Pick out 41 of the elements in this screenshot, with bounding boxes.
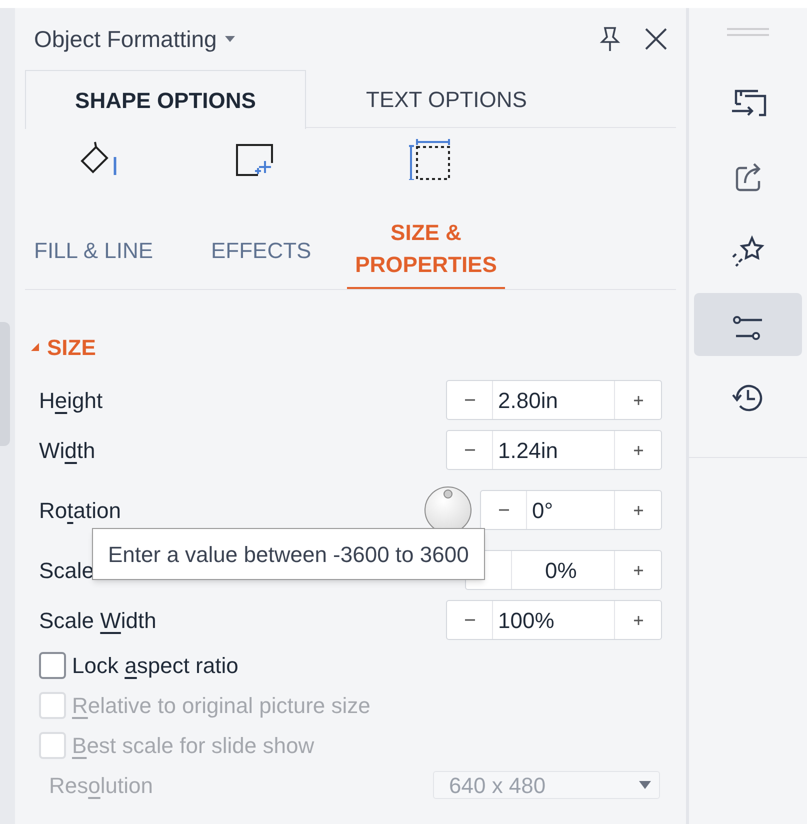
close-icon[interactable] <box>644 27 668 51</box>
checkbox-label: Best scale for slide show <box>72 732 314 760</box>
number-spinner[interactable]: 100% <box>446 600 662 640</box>
field-label: Scale Width <box>39 606 156 634</box>
tab[interactable]: TEXT OPTIONS <box>306 70 587 129</box>
minus-icon <box>464 619 474 621</box>
value-field[interactable]: 100% <box>493 601 614 639</box>
number-spinner[interactable]: 2.80in <box>446 380 662 420</box>
panel-title-dropdown[interactable]: Object Formatting <box>34 22 235 56</box>
resolution-label: Resolution <box>49 772 153 800</box>
number-spinner[interactable]: 1.24in <box>446 430 662 470</box>
field-label: Width <box>39 436 96 464</box>
checkbox-label: Relative to original picture size <box>72 692 370 720</box>
checkbox[interactable] <box>39 652 66 678</box>
subtab[interactable]: EFFECTS <box>202 235 347 289</box>
caret-icon <box>224 36 235 42</box>
tooltip: Enter a value between -3600 to 3600 <box>92 528 485 580</box>
field-label: Rotation <box>39 496 121 524</box>
drag-handle-icon[interactable] <box>727 28 769 36</box>
plus-icon <box>634 616 642 624</box>
value-field[interactable]: 0° <box>527 491 614 529</box>
caret-icon <box>639 781 651 789</box>
sidebar-button[interactable] <box>694 293 802 356</box>
tab[interactable]: SHAPE OPTIONS <box>25 70 306 129</box>
checkbox-label: Lock aspect ratio <box>72 652 238 680</box>
plus-icon <box>634 566 642 574</box>
plus-icon <box>634 446 642 454</box>
minus-icon <box>464 449 474 451</box>
number-spinner[interactable]: 0° <box>480 490 662 530</box>
plus-icon <box>634 396 642 404</box>
size-properties-icon[interactable] <box>408 138 450 180</box>
field-label: Scale <box>39 556 94 584</box>
value-field[interactable]: 1.24in <box>493 431 614 469</box>
value-field[interactable]: 2.80in <box>493 381 614 419</box>
collapse-triangle-icon <box>31 343 39 351</box>
value-field[interactable]: 0% <box>512 551 614 589</box>
minus-icon <box>464 399 474 401</box>
minus-icon <box>498 509 508 511</box>
subtab[interactable]: FILL & LINE <box>25 235 202 289</box>
field-label: Height <box>39 386 103 415</box>
plus-icon <box>634 506 642 514</box>
